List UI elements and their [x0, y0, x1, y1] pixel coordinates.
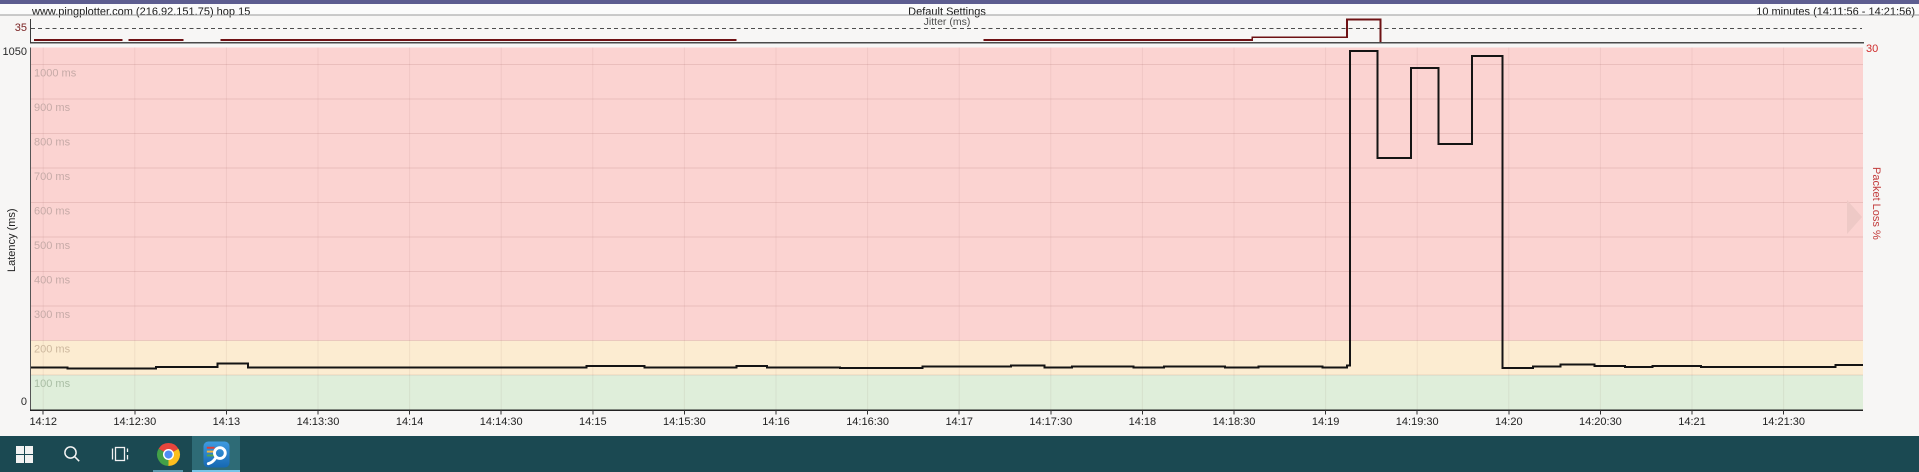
search-icon — [64, 446, 80, 462]
gridline-label: 900 ms — [34, 102, 71, 114]
x-tick-label: 14:16 — [762, 416, 790, 428]
latency-band — [31, 47, 1863, 341]
x-tick-label: 14:16:30 — [846, 416, 889, 428]
x-tick-label: 14:15:30 — [663, 416, 706, 428]
x-tick-label: 14:18 — [1129, 416, 1157, 428]
x-tick-label: 14:12:30 — [113, 416, 156, 428]
jitter-graph-title: Jitter (ms) — [923, 16, 971, 28]
x-tick-label: 14:13:30 — [297, 416, 340, 428]
gridline-label: 700 ms — [34, 171, 71, 183]
latency-axis-title: Latency (ms) — [6, 208, 18, 272]
pingplotter-taskbar-button[interactable] — [192, 436, 240, 472]
task-view-button[interactable] — [96, 436, 144, 472]
x-tick-label: 14:20:30 — [1579, 416, 1622, 428]
gridline-label: 1000 ms — [34, 68, 77, 80]
latency-band — [31, 375, 1863, 410]
x-tick-label: 14:21:30 — [1762, 416, 1805, 428]
x-tick-label: 14:19:30 — [1396, 416, 1439, 428]
timeline-graph[interactable]: 100 ms 200 ms 300 ms 400 ms 500 ms 600 ms 700 … — [0, 0, 1919, 436]
gridline-label: 800 ms — [34, 137, 71, 149]
gridline-label: 500 ms — [34, 240, 71, 252]
x-tick-label: 14:13 — [213, 416, 241, 428]
x-tick-label: 14:18:30 — [1213, 416, 1256, 428]
x-tick-label: 14:17:30 — [1029, 416, 1072, 428]
x-tick-label: 14:21 — [1678, 416, 1706, 428]
windows-logo-icon — [15, 445, 33, 463]
windows-taskbar: CES 14:32 26.10.2018 — [0, 436, 1919, 472]
packetloss-max-label: 30 — [1866, 43, 1879, 55]
pingplotter-icon — [202, 440, 230, 468]
latency-band — [31, 340, 1863, 376]
taskbar-search-button[interactable] — [48, 436, 96, 472]
gridline-label: 600 ms — [34, 206, 71, 218]
x-tick-label: 14:14:30 — [480, 416, 523, 428]
x-tick-label: 14:12 — [29, 416, 57, 428]
gridline-label: 300 ms — [34, 309, 71, 321]
x-tick-label: 14:17 — [945, 416, 973, 428]
timeline-chart-region: 100 ms 200 ms 300 ms 400 ms 500 ms 600 ms 700 … — [0, 0, 1919, 436]
chrome-taskbar-button[interactable] — [144, 436, 192, 472]
x-tick-label: 14:14 — [396, 416, 424, 428]
x-tick-label: 14:19 — [1312, 416, 1340, 428]
x-tick-label: 14:15 — [579, 416, 607, 428]
jitter-scale-label: 35 — [14, 22, 27, 34]
latency-max-label: 1050 — [2, 46, 27, 58]
pingplotter-timeline-screen: www.pingplotter.com (216.92.151.75) hop … — [0, 0, 1919, 472]
gridline-label: 400 ms — [34, 275, 71, 287]
start-button[interactable] — [0, 436, 48, 472]
gridline-label: 200 ms — [34, 344, 71, 356]
x-tick-label: 14:20 — [1495, 416, 1523, 428]
packetloss-axis-title: Packet Loss % — [1870, 167, 1882, 240]
latency-min-label: 0 — [20, 396, 27, 408]
task-view-icon — [111, 446, 129, 462]
gridline-label: 100 ms — [34, 378, 71, 390]
chrome-icon — [156, 442, 180, 466]
